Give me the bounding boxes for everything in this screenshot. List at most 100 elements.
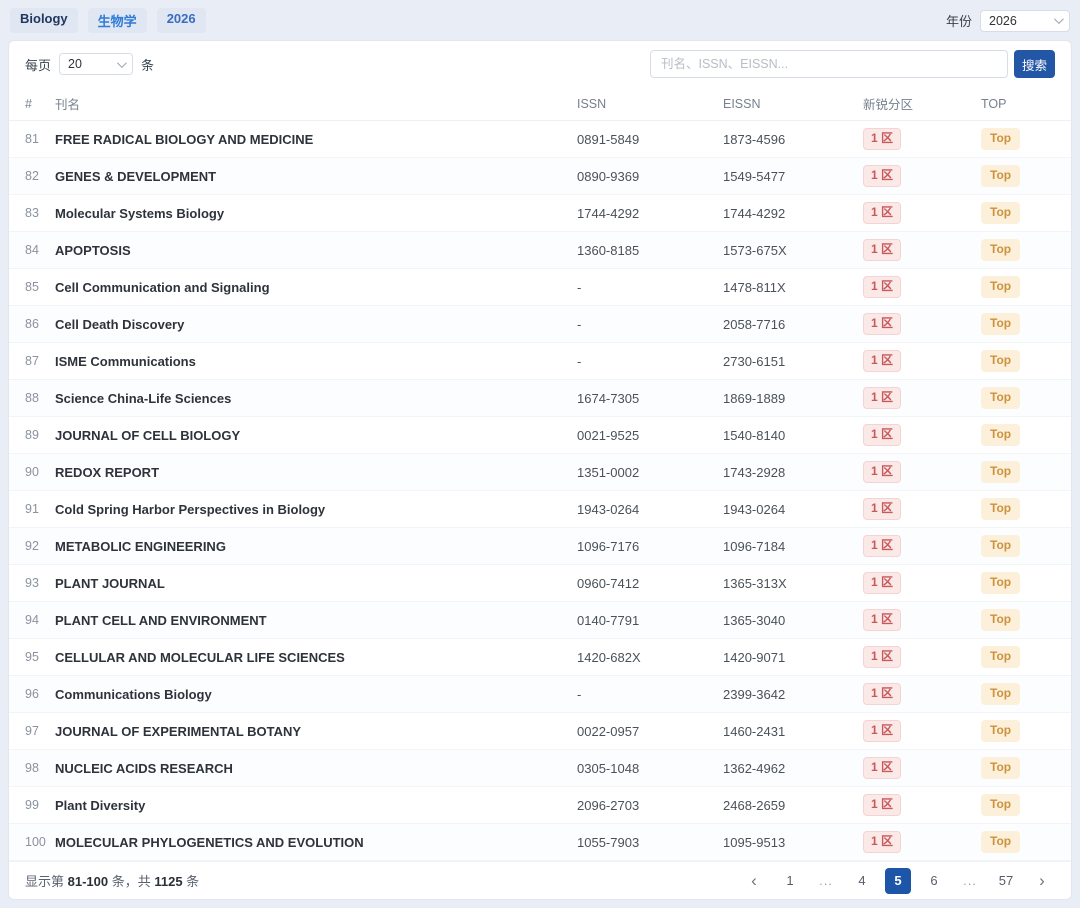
journal-name: APOPTOSIS	[49, 232, 571, 269]
partition-cell: 1 区	[857, 454, 975, 491]
table-row[interactable]: 86 Cell Death Discovery - 2058-7716 1 区 …	[9, 306, 1071, 343]
top-cell: Top	[975, 824, 1071, 861]
top-badge: Top	[981, 424, 1020, 446]
partition-badge: 1 区	[863, 387, 901, 409]
eissn-cell: 1743-2928	[717, 454, 857, 491]
eissn-cell: 1362-4962	[717, 750, 857, 787]
partition-badge: 1 区	[863, 609, 901, 631]
rank-cell: 91	[9, 491, 49, 528]
chevron-down-icon	[117, 58, 127, 68]
eissn-cell: 1549-5477	[717, 158, 857, 195]
top-badge: Top	[981, 387, 1020, 409]
summary-suffix: 条	[183, 874, 200, 889]
journal-table: # 刊名 ISSN EISSN 新锐分区 TOP 81 FREE RADICAL…	[9, 87, 1071, 861]
journal-name: Communications Biology	[49, 676, 571, 713]
table-row[interactable]: 92 METABOLIC ENGINEERING 1096-7176 1096-…	[9, 528, 1071, 565]
search-button[interactable]: 搜索	[1014, 50, 1055, 78]
search-input[interactable]	[650, 50, 1008, 78]
partition-badge: 1 区	[863, 239, 901, 261]
issn-cell: 1096-7176	[571, 528, 717, 565]
partition-badge: 1 区	[863, 424, 901, 446]
top-cell: Top	[975, 232, 1071, 269]
table-row[interactable]: 84 APOPTOSIS 1360-8185 1573-675X 1 区 Top	[9, 232, 1071, 269]
top-badge: Top	[981, 720, 1020, 742]
table-row[interactable]: 99 Plant Diversity 2096-2703 2468-2659 1…	[9, 787, 1071, 824]
journal-name: Cell Death Discovery	[49, 306, 571, 343]
page-button[interactable]: 6	[921, 868, 947, 894]
page-button[interactable]: 1	[777, 868, 803, 894]
journal-name: MOLECULAR PHYLOGENETICS AND EVOLUTION	[49, 824, 571, 861]
partition-cell: 1 区	[857, 787, 975, 824]
pagination-ellipsis: ...	[957, 868, 983, 894]
col-header-issn: ISSN	[571, 87, 717, 121]
partition-badge: 1 区	[863, 720, 901, 742]
table-row[interactable]: 88 Science China-Life Sciences 1674-7305…	[9, 380, 1071, 417]
top-cell: Top	[975, 565, 1071, 602]
journal-name: Plant Diversity	[49, 787, 571, 824]
table-row[interactable]: 96 Communications Biology - 2399-3642 1 …	[9, 676, 1071, 713]
page-size-value: 20	[68, 57, 82, 71]
top-cell: Top	[975, 639, 1071, 676]
table-row[interactable]: 93 PLANT JOURNAL 0960-7412 1365-313X 1 区…	[9, 565, 1071, 602]
prev-page-button[interactable]: ‹	[741, 868, 767, 894]
tab-category-chinese[interactable]: 生物学	[88, 8, 147, 33]
table-row[interactable]: 91 Cold Spring Harbor Perspectives in Bi…	[9, 491, 1071, 528]
next-page-button[interactable]: ›	[1029, 868, 1055, 894]
table-row[interactable]: 97 JOURNAL OF EXPERIMENTAL BOTANY 0022-0…	[9, 713, 1071, 750]
summary-total: 1125	[154, 874, 182, 889]
page-button[interactable]: 4	[849, 868, 875, 894]
rank-cell: 83	[9, 195, 49, 232]
issn-cell: 1943-0264	[571, 491, 717, 528]
top-badge: Top	[981, 239, 1020, 261]
table-row[interactable]: 87 ISME Communications - 2730-6151 1 区 T…	[9, 343, 1071, 380]
eissn-cell: 1365-313X	[717, 565, 857, 602]
table-row[interactable]: 90 REDOX REPORT 1351-0002 1743-2928 1 区 …	[9, 454, 1071, 491]
partition-badge: 1 区	[863, 461, 901, 483]
top-badge: Top	[981, 128, 1020, 150]
table-row[interactable]: 85 Cell Communication and Signaling - 14…	[9, 269, 1071, 306]
journal-name: Cell Communication and Signaling	[49, 269, 571, 306]
page-size-select[interactable]: 20	[59, 53, 133, 75]
eissn-cell: 1540-8140	[717, 417, 857, 454]
issn-cell: 0960-7412	[571, 565, 717, 602]
top-cell: Top	[975, 417, 1071, 454]
eissn-cell: 2058-7716	[717, 306, 857, 343]
chevron-down-icon	[1054, 14, 1064, 24]
journal-name: REDOX REPORT	[49, 454, 571, 491]
journal-name: ISME Communications	[49, 343, 571, 380]
rank-cell: 99	[9, 787, 49, 824]
journal-name: PLANT CELL AND ENVIRONMENT	[49, 602, 571, 639]
page-button-current[interactable]: 5	[885, 868, 911, 894]
journal-name: Science China-Life Sciences	[49, 380, 571, 417]
eissn-cell: 1478-811X	[717, 269, 857, 306]
eissn-cell: 1095-9513	[717, 824, 857, 861]
partition-badge: 1 区	[863, 683, 901, 705]
top-badge: Top	[981, 350, 1020, 372]
eissn-cell: 1420-9071	[717, 639, 857, 676]
top-cell: Top	[975, 121, 1071, 158]
partition-cell: 1 区	[857, 491, 975, 528]
year-select[interactable]: 2026	[980, 10, 1070, 32]
page-button[interactable]: 57	[993, 868, 1019, 894]
summary-range: 81-100	[68, 874, 108, 889]
rank-cell: 86	[9, 306, 49, 343]
table-row[interactable]: 82 GENES & DEVELOPMENT 0890-9369 1549-54…	[9, 158, 1071, 195]
table-toolbar: 每页 20 条 搜索	[9, 41, 1071, 87]
table-row[interactable]: 95 CELLULAR AND MOLECULAR LIFE SCIENCES …	[9, 639, 1071, 676]
eissn-cell: 1943-0264	[717, 491, 857, 528]
table-row[interactable]: 83 Molecular Systems Biology 1744-4292 1…	[9, 195, 1071, 232]
tab-category-english[interactable]: Biology	[10, 8, 78, 33]
top-cell: Top	[975, 380, 1071, 417]
tab-year[interactable]: 2026	[157, 8, 206, 33]
issn-cell: 1360-8185	[571, 232, 717, 269]
table-row[interactable]: 81 FREE RADICAL BIOLOGY AND MEDICINE 089…	[9, 121, 1071, 158]
eissn-cell: 1573-675X	[717, 232, 857, 269]
year-picker: 年份 2026	[946, 10, 1070, 32]
top-badge: Top	[981, 535, 1020, 557]
top-badge: Top	[981, 683, 1020, 705]
rank-cell: 81	[9, 121, 49, 158]
table-row[interactable]: 94 PLANT CELL AND ENVIRONMENT 0140-7791 …	[9, 602, 1071, 639]
table-row[interactable]: 100 MOLECULAR PHYLOGENETICS AND EVOLUTIO…	[9, 824, 1071, 861]
table-row[interactable]: 89 JOURNAL OF CELL BIOLOGY 0021-9525 154…	[9, 417, 1071, 454]
table-row[interactable]: 98 NUCLEIC ACIDS RESEARCH 0305-1048 1362…	[9, 750, 1071, 787]
